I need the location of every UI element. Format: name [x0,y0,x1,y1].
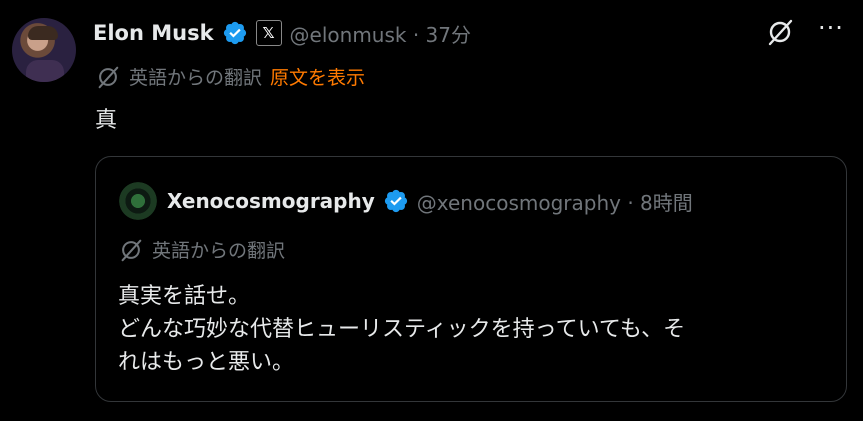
grok-icon[interactable] [766,18,794,46]
quote-header: Xenocosmography @xenocosmography · 8時間 [167,183,693,219]
quote-author-handle-time[interactable]: @xenocosmography · 8時間 [417,187,693,216]
avatar[interactable] [12,18,76,82]
quote-translation-label: 英語からの翻訳 [152,240,286,262]
verified-badge-icon [383,188,409,214]
tweet-header: Elon Musk 𝕏 @elonmusk · 37分 [93,14,471,52]
quote-avatar[interactable] [116,179,160,223]
quote-text-line: どんな巧妙な代替ヒューリスティックを持っていても、そ [118,317,686,342]
translation-label: 英語からの翻訳 [129,67,263,89]
grok-translate-icon [95,64,121,90]
quote-translation-row: 英語からの翻訳 [118,236,285,263]
quote-author-name[interactable]: Xenocosmography [167,189,375,213]
author-name[interactable]: Elon Musk [93,21,214,45]
quote-text: 真実を話せ。 どんな巧妙な代替ヒューリスティックを持っていても、そ れはもっと悪… [118,280,838,379]
grok-translate-icon [118,237,144,263]
translation-row: 英語からの翻訳 原文を表示 [95,63,365,90]
show-original-link[interactable]: 原文を表示 [270,63,365,90]
quote-text-line: れはもっと悪い。 [118,350,295,375]
x-affiliate-badge-icon[interactable]: 𝕏 [255,20,282,46]
more-options-icon[interactable]: ··· [818,14,844,42]
verified-badge-icon [222,20,248,46]
author-handle-time[interactable]: @elonmusk · 37分 [290,19,471,48]
quote-text-line: 真実を話せ。 [118,284,251,309]
tweet-text: 真 [95,108,118,133]
